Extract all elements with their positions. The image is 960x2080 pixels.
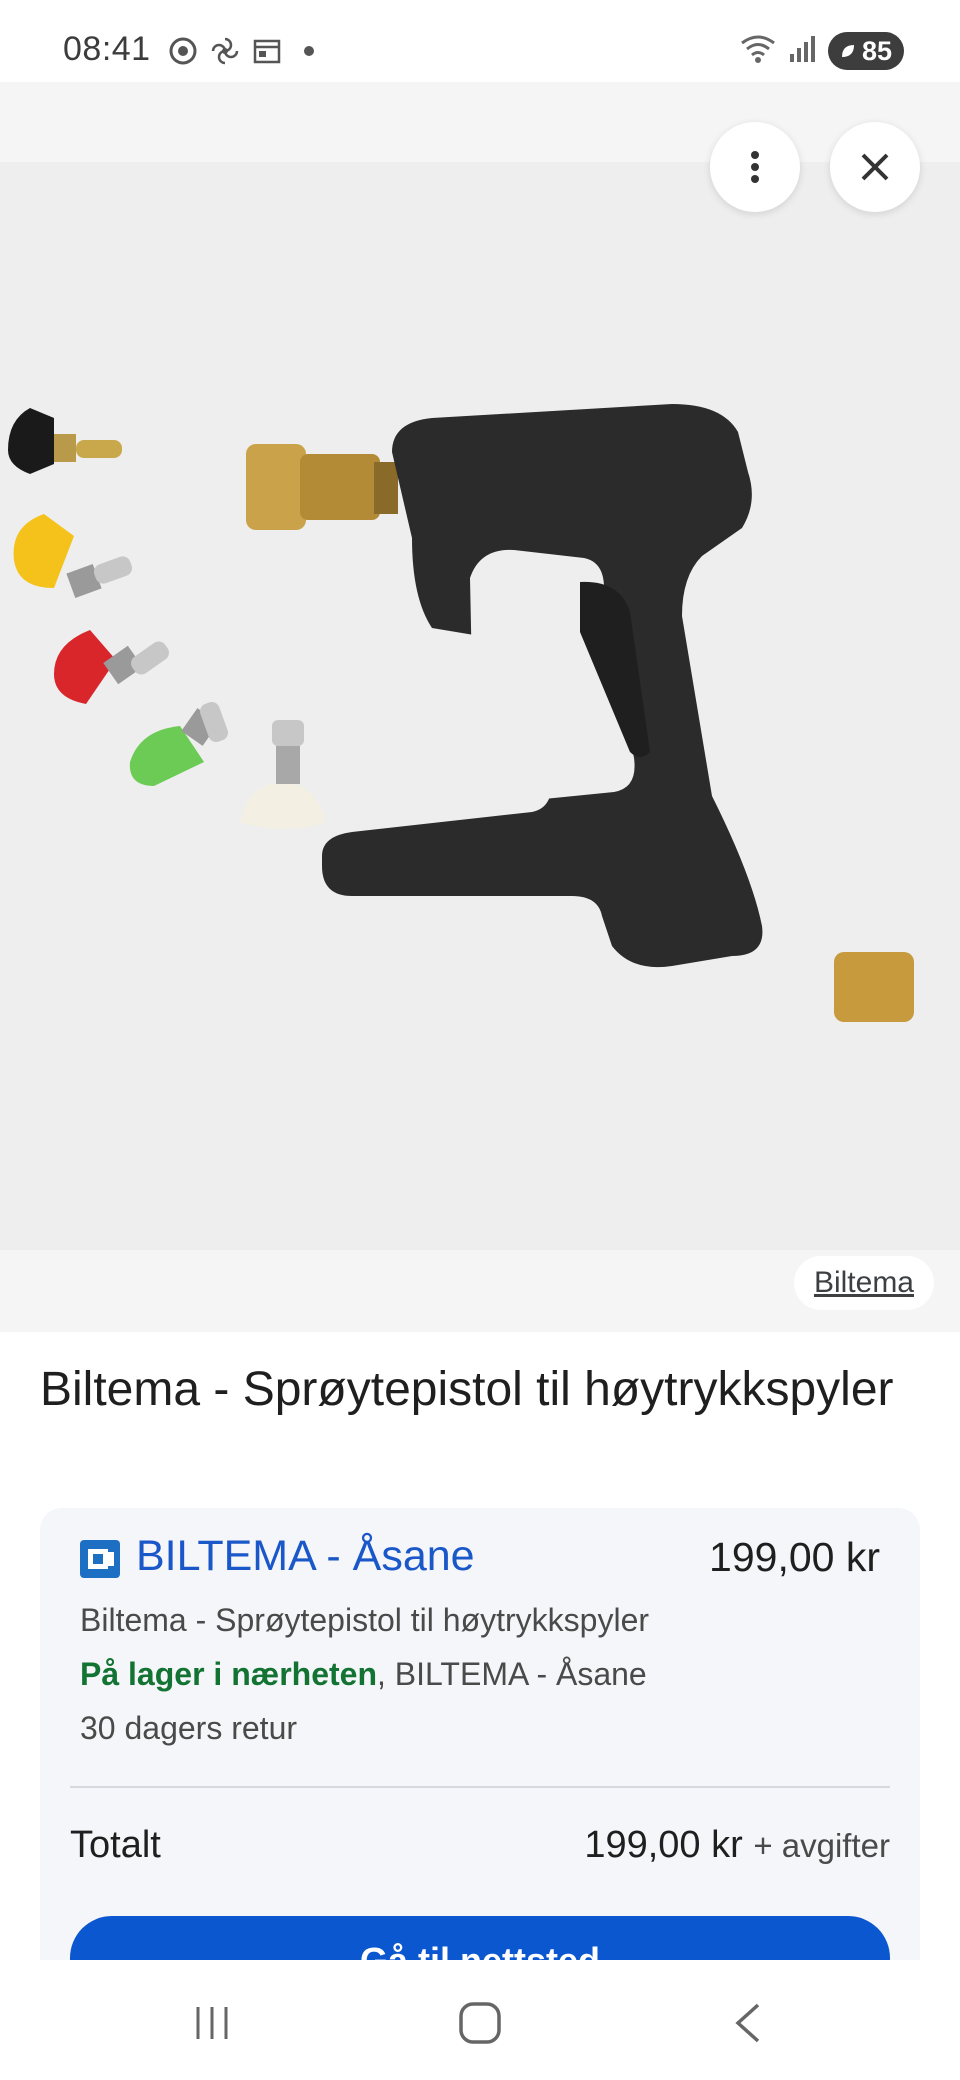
white-nozzle [240, 720, 326, 829]
offer-card[interactable]: BILTEMA - Åsane 199,00 kr Biltema - Sprø… [40, 1508, 920, 1978]
yellow-nozzle [13, 514, 133, 599]
more-options-button[interactable] [710, 122, 800, 212]
battery-icon: 85 [827, 32, 904, 70]
home-icon [459, 2002, 501, 2044]
return-policy: 30 dagers retur [80, 1710, 298, 1746]
pressure-washer-gun-image [8, 404, 914, 1022]
spray-gun [246, 404, 914, 1022]
recent-apps-icon [196, 2007, 228, 2039]
offer-price: 199,00 kr [709, 1534, 880, 1580]
stock-info: På lager i nærheten, BILTEMA - Åsane [80, 1656, 647, 1693]
total-amount: 199,00 kr [584, 1824, 743, 1866]
store-name-link[interactable]: BILTEMA - Åsane [136, 1532, 475, 1581]
fees-note: + avgifter [753, 1827, 890, 1864]
stock-status: På lager i nærheten [80, 1656, 377, 1692]
status-time: 08:41 [63, 30, 151, 68]
status-bar: 08:41 85 [0, 0, 960, 82]
green-nozzle [129, 702, 228, 786]
product-image[interactable] [0, 162, 960, 1250]
recent-apps-button[interactable] [182, 1998, 242, 2048]
notification-icons [168, 36, 324, 66]
battery-level: 85 [861, 35, 892, 66]
divider [70, 1786, 890, 1788]
chrome-icon [168, 36, 198, 66]
signal-icon [788, 34, 818, 69]
wifi-icon [738, 33, 778, 70]
offer-description: Biltema - Sprøytepistol til høytrykkspyl… [80, 1602, 650, 1638]
total-label: Totalt [70, 1824, 161, 1866]
image-source-link[interactable]: Biltema [793, 1256, 934, 1310]
system-nav-bar [0, 1960, 960, 2080]
dot-icon [294, 36, 324, 66]
more-vert-icon [751, 151, 759, 183]
biltema-logo-icon [80, 1540, 120, 1578]
total-price: 199,00 kr + avgifter [584, 1824, 890, 1867]
home-button[interactable] [450, 1998, 510, 2048]
back-button[interactable] [718, 1998, 778, 2048]
system-icons: 85 [738, 32, 904, 70]
image-header-strip [0, 82, 960, 162]
stock-location: , BILTEMA - Åsane [376, 1656, 647, 1692]
black-nozzle [8, 408, 122, 474]
fan-icon [210, 36, 240, 66]
close-icon [861, 153, 889, 181]
red-nozzle [54, 630, 169, 704]
close-button[interactable] [830, 122, 920, 212]
back-icon [735, 2003, 760, 2043]
product-title: Biltema - Sprøytepistol til høytrykkspyl… [40, 1363, 894, 1416]
calendar-icon [252, 36, 282, 66]
